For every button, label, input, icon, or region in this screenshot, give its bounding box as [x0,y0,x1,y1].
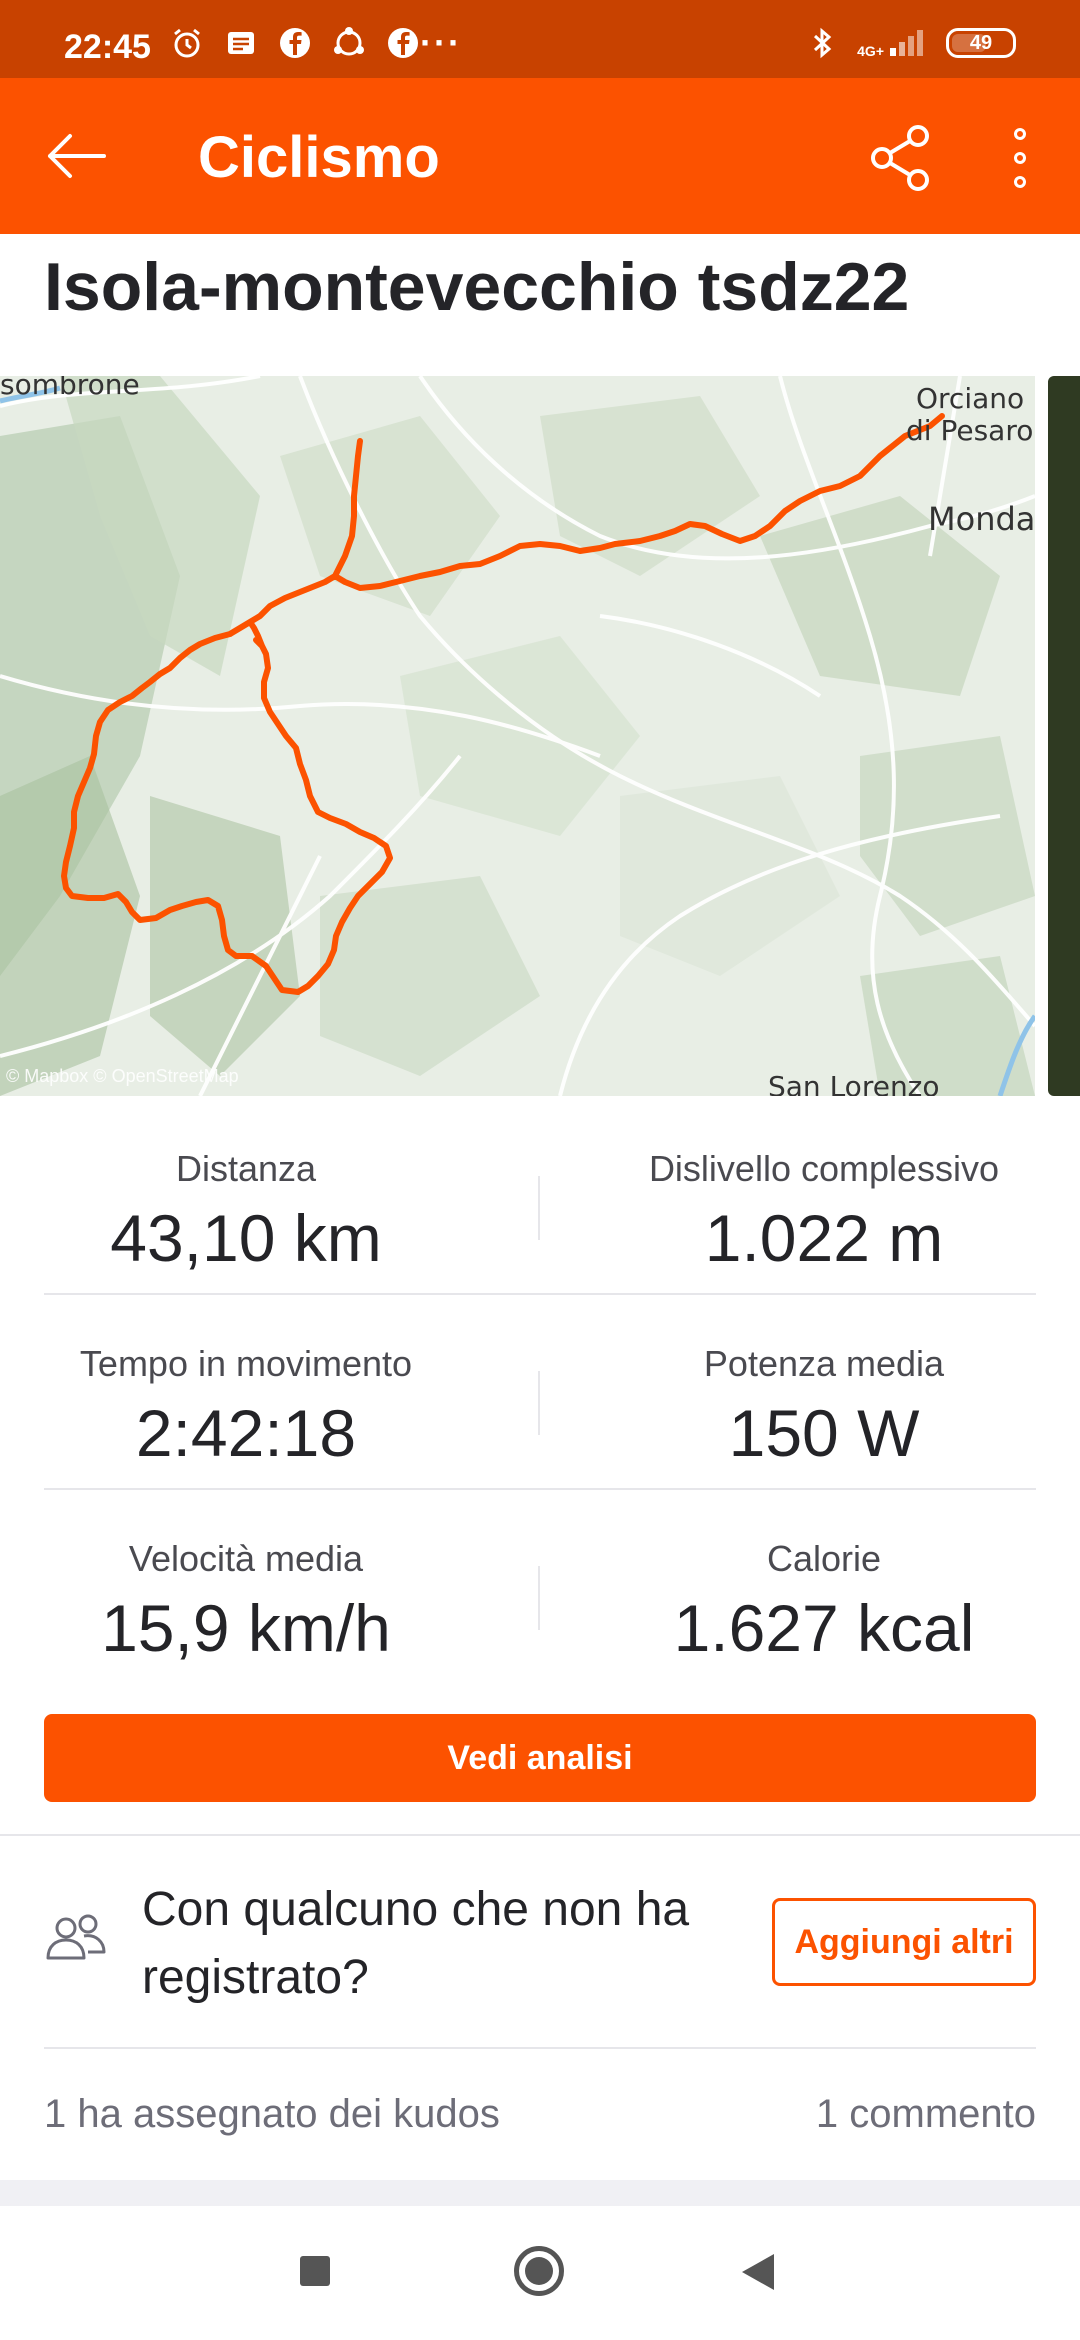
stat-value: 1.022 m [704,1201,944,1275]
back-button[interactable] [40,120,112,192]
add-others-button[interactable]: Aggiungi altri [772,1898,1036,1986]
map-label-orciano: Orciano [916,382,1025,415]
comments-link[interactable]: 1 commento [816,2092,1036,2137]
stat-value: 15,9 km/h [101,1591,391,1665]
stat-avg-speed: Velocità media 15,9 km/h [76,1490,416,1666]
page-title: Ciclismo [198,125,440,190]
status-system-icons: 4G+ 49 [805,26,1016,60]
divider [538,1176,540,1240]
divider [538,1371,540,1435]
stat-value: 2:42:18 [135,1396,357,1470]
map-label-sombrone: sombrone [0,376,140,401]
add-others-prompt: Con qualcuno che non ha registrato? [142,1883,690,2004]
stats-row: Tempo in movimento 2:42:18 Potenza media… [44,1295,1036,1490]
battery-icon: 49 [946,28,1016,58]
stats-row: Velocità media 15,9 km/h Calorie 1.627 k… [44,1490,1036,1685]
facebook-icon [280,28,310,58]
status-notification-icons [170,26,420,60]
bluetooth-icon [814,27,832,59]
stat-value: 1.627 kcal [673,1591,975,1665]
divider [44,2047,1036,2049]
status-bar: 22:45 ··· 4G+ 49 [0,0,1080,78]
stats-row: Distanza 43,10 km Dislivello complessivo… [44,1100,1036,1295]
app-bar: Ciclismo [0,78,1080,234]
status-time: 22:45 [64,28,151,66]
stat-value: 43,10 km [110,1201,382,1275]
photo-thumbnail[interactable] [1048,376,1080,1096]
battery-level: 49 [969,31,993,54]
more-dots-icon: ··· [420,22,462,63]
share-icon [871,125,929,191]
alarm-icon [174,28,200,58]
more-options-button[interactable] [990,122,1050,194]
signal-icon: 4G+ [857,28,928,58]
divider [538,1566,540,1630]
stat-value: 150 W [728,1396,920,1470]
stat-label: Distanza [175,1148,317,1189]
map-canvas [0,376,1035,1096]
map-label-di-pesaro: di Pesaro [906,414,1034,447]
back-icon[interactable] [742,2254,774,2290]
system-nav-bar [0,2206,1080,2340]
map-label-mondavio: Mondav [928,500,1035,538]
stat-calories: Calorie 1.627 kcal [604,1490,1044,1666]
stat-label: Potenza media [703,1343,945,1384]
map-attribution: © Mapbox © OpenStreetMap [6,1066,239,1086]
arrow-left-icon [48,134,106,178]
notification-icon [228,32,254,54]
kudos-link[interactable]: 1 ha assegnato dei kudos [44,2092,500,2137]
activity-title: Isola-montevecchio tsdz22 [44,249,910,325]
stats-grid: Distanza 43,10 km Dislivello complessivo… [44,1100,1036,1685]
home-icon[interactable] [514,2246,564,2296]
stat-label: Calorie [766,1538,882,1579]
people-icon [46,1914,106,1960]
stat-moving-time: Tempo in movimento 2:42:18 [76,1295,416,1471]
stat-elevation: Dislivello complessivo 1.022 m [604,1100,1044,1276]
stat-label: Dislivello complessivo [648,1148,1000,1189]
route-map[interactable]: sombrone Orciano di Pesaro Mondav San Lo… [0,376,1035,1096]
share-button[interactable] [866,122,938,194]
recents-icon[interactable] [300,2256,330,2286]
facebook-icon [388,28,418,58]
map-label-san-lorenzo: San Lorenzo [768,1070,940,1096]
sync-icon [334,27,364,56]
section-spacer [0,2180,1080,2206]
stat-label: Velocità media [128,1538,364,1579]
stat-label: Tempo in movimento [79,1343,413,1384]
stat-distance: Distanza 43,10 km [76,1100,416,1276]
more-vertical-icon [1014,128,1026,140]
view-analysis-button[interactable]: Vedi analisi [44,1714,1036,1802]
stat-avg-power: Potenza media 150 W [604,1295,1044,1471]
section-divider [0,1834,1080,1836]
